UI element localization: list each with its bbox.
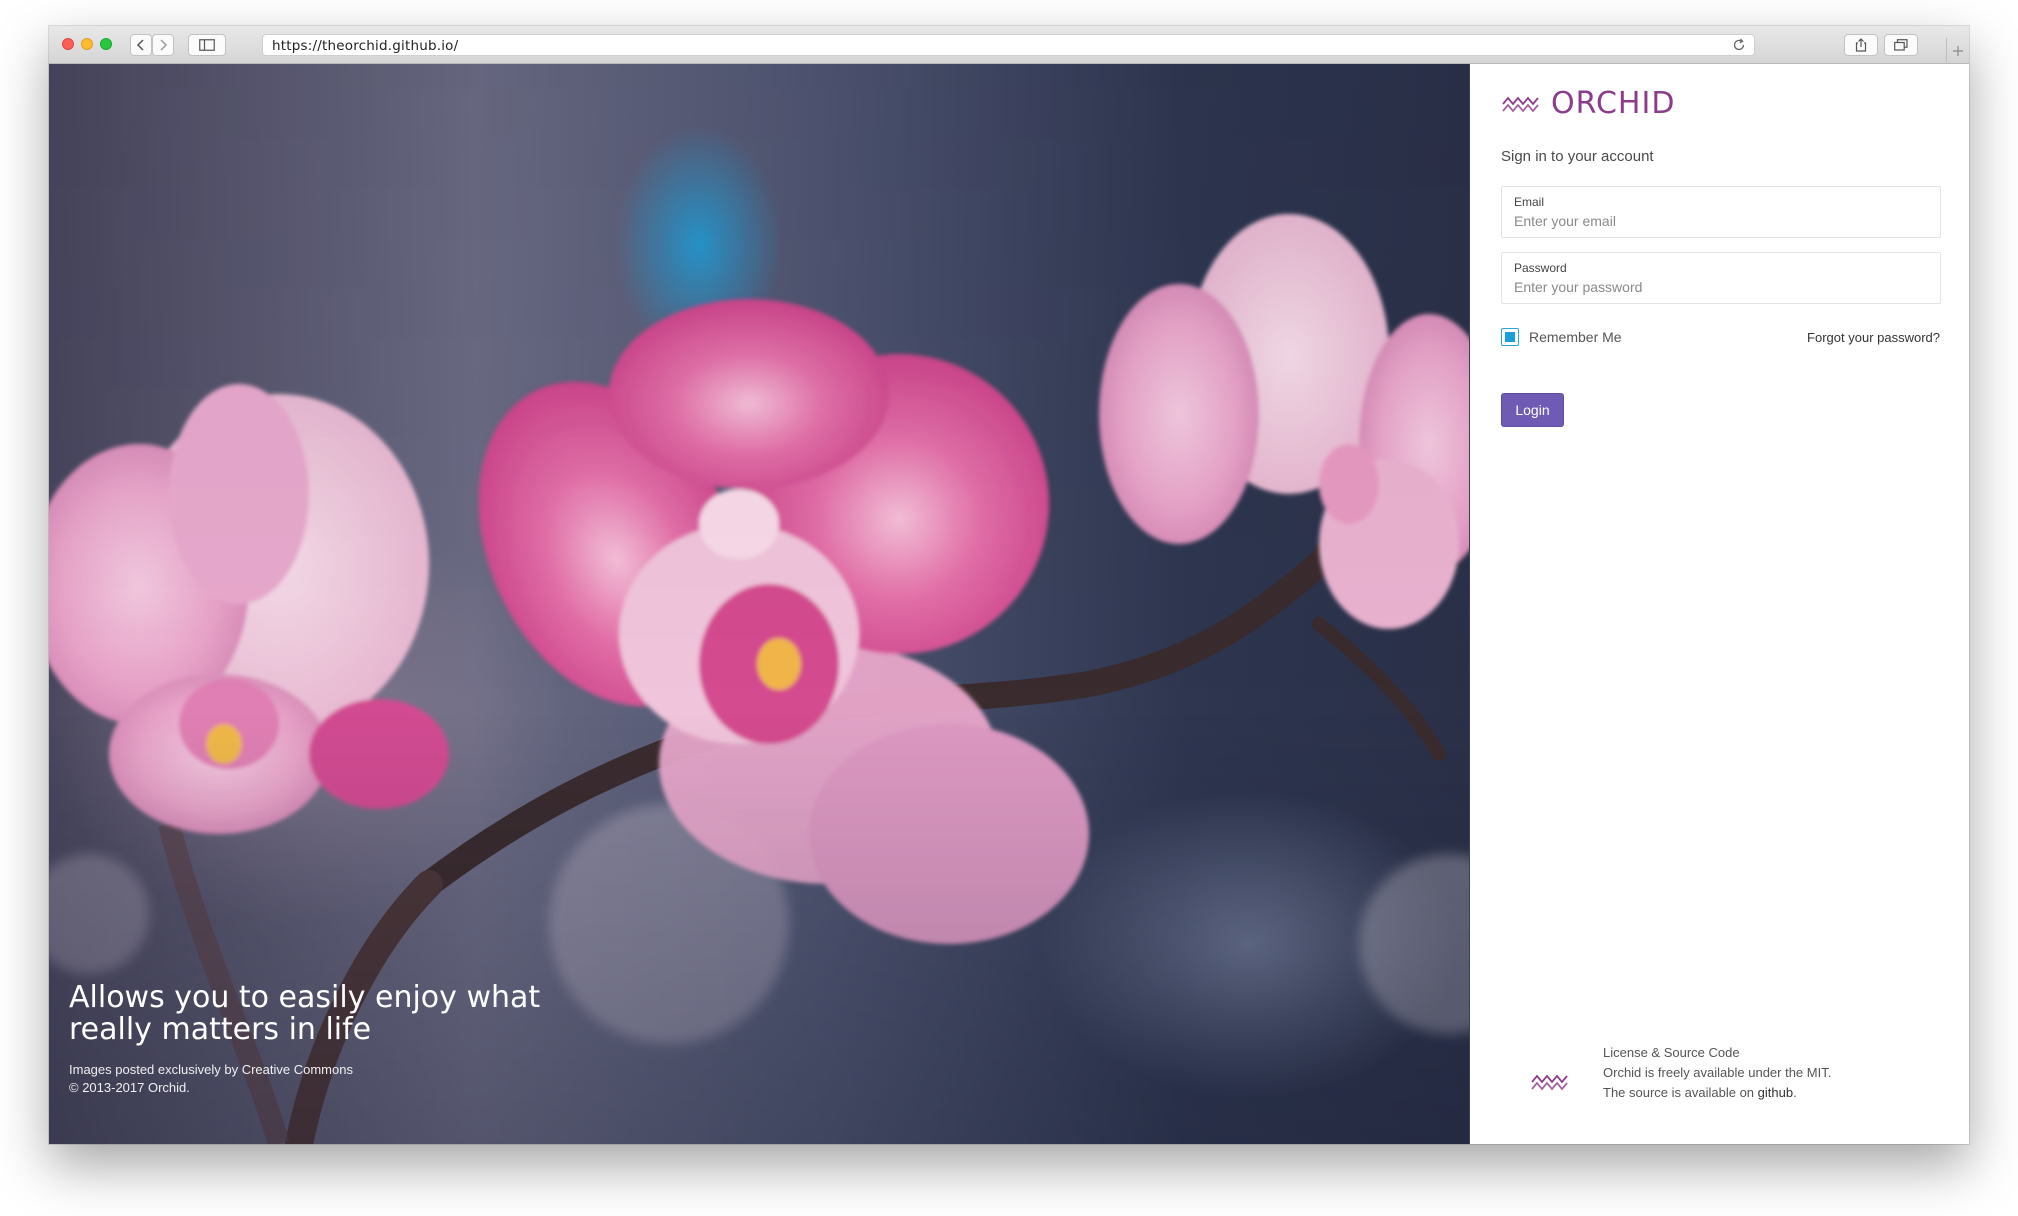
hero-tagline: Allows you to easily enjoy what really m… — [69, 980, 541, 1047]
signin-heading: Sign in to your account — [1501, 148, 1654, 165]
password-label: Password — [1514, 261, 1567, 275]
minimize-window-button[interactable] — [81, 38, 93, 50]
password-field[interactable]: Password — [1501, 252, 1941, 304]
github-link[interactable]: github — [1758, 1085, 1793, 1100]
orchid-logo-icon — [1531, 1074, 1568, 1091]
source-suffix: . — [1793, 1085, 1797, 1100]
new-tab-icon — [1953, 46, 1963, 56]
license-info: License & Source Code Orchid is freely a… — [1603, 1043, 1831, 1103]
back-arrow-icon — [136, 39, 144, 51]
forgot-password-link[interactable]: Forgot your password? — [1807, 330, 1940, 345]
checkbox-checked-mark — [1505, 332, 1515, 342]
login-panel: ORCHID Sign in to your account Email Pas… — [1469, 64, 1969, 1144]
forward-arrow-icon — [160, 39, 168, 51]
forward-button[interactable] — [152, 34, 174, 56]
email-label: Email — [1514, 195, 1545, 209]
brand-logo[interactable]: ORCHID — [1501, 86, 1675, 121]
tabs-overview-button[interactable] — [1884, 34, 1918, 56]
email-field[interactable]: Email — [1501, 186, 1941, 238]
source-prefix: The source is available on — [1603, 1085, 1758, 1100]
address-bar[interactable]: https://theorchid.github.io/ — [262, 34, 1755, 56]
share-icon — [1855, 38, 1867, 52]
url-text: https://theorchid.github.io/ — [272, 38, 459, 54]
sidebar-toggle-button[interactable] — [188, 34, 226, 56]
reload-icon[interactable] — [1732, 38, 1746, 52]
tabs-icon — [1894, 39, 1908, 51]
password-input[interactable] — [1514, 279, 1924, 295]
remember-me-label: Remember Me — [1529, 329, 1622, 345]
zoom-window-button[interactable] — [100, 38, 112, 50]
browser-window: https://theorchid.github.io/ Allows you … — [49, 26, 1969, 1144]
close-window-button[interactable] — [62, 38, 74, 50]
orchid-logo-icon — [1502, 96, 1539, 112]
sidebar-icon — [199, 39, 215, 51]
license-text: Orchid is freely available under the MIT… — [1603, 1065, 1832, 1080]
copyright-text: © 2013-2017 Orchid. — [69, 1080, 190, 1095]
page-content: Allows you to easily enjoy what really m… — [49, 64, 1969, 1144]
source-text: The source is available on github. — [1603, 1083, 1831, 1103]
license-heading: License & Source Code — [1603, 1045, 1740, 1060]
email-input[interactable] — [1514, 213, 1924, 229]
remember-me[interactable]: Remember Me — [1501, 328, 1622, 346]
login-button[interactable]: Login — [1501, 393, 1564, 427]
brand-name: ORCHID — [1551, 86, 1676, 121]
new-tab-button[interactable] — [1946, 38, 1969, 64]
hero-background-image: Allows you to easily enjoy what really m… — [49, 64, 1469, 1144]
image-credit: Images posted exclusively by Creative Co… — [69, 1062, 353, 1077]
share-button[interactable] — [1844, 34, 1878, 56]
back-button[interactable] — [130, 34, 152, 56]
remember-me-checkbox[interactable] — [1501, 328, 1519, 346]
browser-toolbar: https://theorchid.github.io/ — [49, 26, 1969, 64]
hero-credits: Images posted exclusively by Creative Co… — [69, 1061, 353, 1097]
